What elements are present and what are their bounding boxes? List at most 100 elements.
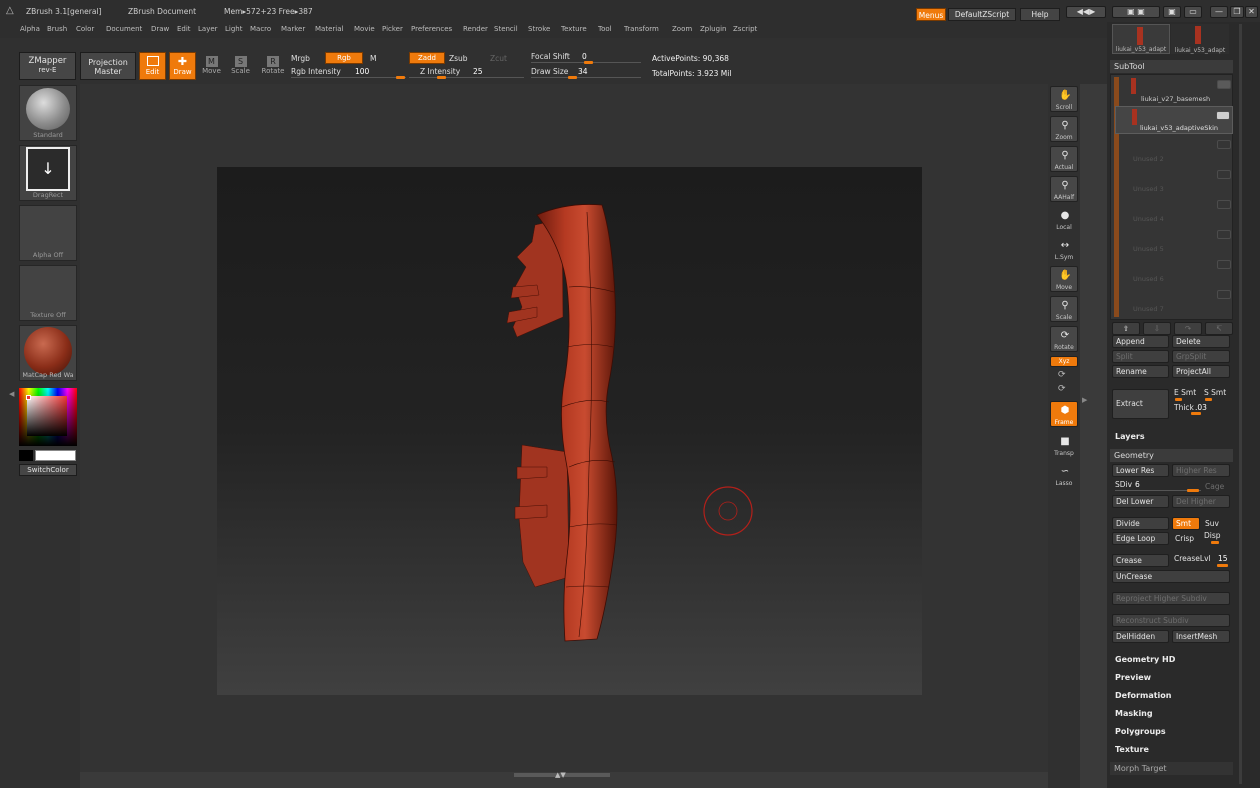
visibility-eye-icon[interactable] [1217,80,1231,89]
frame-button[interactable]: ⬢ Frame [1050,401,1078,427]
menu-movie[interactable]: Movie [354,25,375,33]
z-intensity-track[interactable] [409,77,524,78]
zcut-toggle[interactable]: Zcut [490,54,507,63]
lsym-button[interactable]: ↔ L.Sym [1050,236,1078,262]
subtool-header[interactable]: SubTool [1110,60,1233,73]
menu-layer[interactable]: Layer [198,25,218,33]
move-view-button[interactable]: ✋ Move [1050,266,1078,292]
visibility-eye-icon[interactable] [1217,230,1231,239]
aahalf-button[interactable]: ⚲ AAHalf [1050,176,1078,202]
menu-tool[interactable]: Tool [598,25,612,33]
restore-icon[interactable]: ❐ [1230,6,1244,18]
delete-button[interactable]: Delete [1172,335,1230,348]
minimize-icon[interactable]: — [1210,6,1228,18]
merge-arrow-icon[interactable]: ↸ [1205,322,1233,335]
visibility-eye-icon[interactable] [1217,170,1231,179]
default-zscript-button[interactable]: DefaultZScript [948,8,1016,21]
menu-zplugin[interactable]: Zplugin [700,25,726,33]
scale-button[interactable]: S Scale [228,52,253,80]
menu-marker[interactable]: Marker [281,25,305,33]
rotate-y-icon[interactable]: ⟳ [1058,370,1066,380]
tool-thumbnail-2[interactable]: liukai_v53_adapt [1171,24,1229,54]
sdiv-slider[interactable] [1187,489,1199,492]
lock-icon[interactable]: ▣ [1163,6,1181,18]
visibility-eye-icon[interactable] [1217,290,1231,299]
redo-arrow-icon[interactable]: ↷ [1174,322,1202,335]
subtool-row-5[interactable]: Unused 5 [1115,226,1233,254]
insertmesh-button[interactable]: InsertMesh [1172,630,1230,643]
zmapper-button[interactable]: ZMapper rev-E [19,52,76,80]
visibility-eye-icon[interactable] [1216,111,1230,120]
xyz-toggle[interactable]: Xyz [1050,356,1078,367]
edit-button[interactable]: Edit [139,52,166,80]
menu-preferences[interactable]: Preferences [411,25,452,33]
divide-button[interactable]: Divide [1112,517,1169,530]
rgb-intensity-slider[interactable] [396,76,405,79]
menus-button[interactable]: Menus [916,8,946,21]
z-intensity-slider[interactable] [437,76,446,79]
e-smt-toggle[interactable]: E Smt [1174,388,1196,397]
menu-zoom[interactable]: Zoom [672,25,692,33]
cage-button[interactable]: Cage [1205,482,1224,491]
e-smt-slider[interactable] [1175,398,1182,401]
scroll-arrows-icon[interactable]: ◀◀▶ [1066,6,1106,18]
lower-res-button[interactable]: Lower Res [1112,464,1169,477]
del-higher-button[interactable]: Del Higher [1172,495,1230,508]
visibility-eye-icon[interactable] [1217,200,1231,209]
visibility-eye-icon[interactable] [1217,140,1231,149]
zadd-toggle[interactable]: Zadd [409,52,445,64]
menu-texture[interactable]: Texture [561,25,587,33]
move-down-arrow-icon[interactable]: ⇩ [1143,322,1171,335]
actual-button[interactable]: ⚲ Actual [1050,146,1078,172]
menu-alpha[interactable]: Alpha [20,25,40,33]
menu-render[interactable]: Render [463,25,488,33]
split-button[interactable]: Split [1112,350,1169,363]
subtool-row-7[interactable]: Unused 7 [1115,286,1233,314]
delhidden-button[interactable]: DelHidden [1112,630,1169,643]
page-icon[interactable]: ▭ [1184,6,1202,18]
geometry-hd-section[interactable]: Geometry HD [1115,655,1175,664]
rgb-toggle[interactable]: Rgb [325,52,363,64]
subtool-row-3[interactable]: Unused 3 [1115,166,1233,194]
help-button[interactable]: Help [1020,8,1060,21]
higher-res-button[interactable]: Higher Res [1172,464,1230,477]
color-picker-square[interactable] [27,396,67,436]
primary-color-swatch[interactable] [35,450,76,461]
thick-slider[interactable] [1191,412,1201,415]
rotate-button[interactable]: R Rotate [259,52,287,80]
crisp-toggle[interactable]: Crisp [1175,534,1194,543]
menu-document[interactable]: Document [106,25,142,33]
projectall-button[interactable]: ProjectAll [1172,365,1230,378]
smt-toggle[interactable]: Smt [1172,517,1200,530]
scroll-button[interactable]: ✋ Scroll [1050,86,1078,112]
menu-picker[interactable]: Picker [382,25,403,33]
masking-section[interactable]: Masking [1115,709,1153,718]
transp-button[interactable]: ■ Transp [1050,432,1078,458]
crease-button[interactable]: Crease [1112,554,1169,567]
scale-view-button[interactable]: ⚲ Scale [1050,296,1078,322]
right-collapse-arrow-icon[interactable]: ▶ [1082,396,1087,404]
menu-draw[interactable]: Draw [151,25,169,33]
switch-color-button[interactable]: SwitchColor [19,464,77,476]
texture-section[interactable]: Texture [1115,745,1149,754]
s-smt-toggle[interactable]: S Smt [1204,388,1226,397]
zoom-button[interactable]: ⚲ Zoom [1050,116,1078,142]
tray-scrollbar[interactable] [1239,24,1242,784]
uncrease-button[interactable]: UnCrease [1112,570,1230,583]
crease-lvl-slider[interactable] [1217,564,1228,567]
color-picker[interactable] [19,388,77,446]
morph-target-header[interactable]: Morph Target [1110,762,1233,775]
document-viewport[interactable] [217,167,922,695]
alpha-selector[interactable]: Alpha Off [19,205,77,261]
geometry-header[interactable]: Geometry [1110,449,1233,462]
layers-section[interactable]: Layers [1115,432,1145,441]
left-collapse-arrow-icon[interactable]: ◀ [9,390,14,398]
rgb-intensity-track[interactable] [291,77,406,78]
menu-light[interactable]: Light [225,25,242,33]
menu-stencil[interactable]: Stencil [494,25,518,33]
brush-selector[interactable]: Standard [19,85,77,141]
move-up-arrow-icon[interactable]: ⇧ [1112,322,1140,335]
m-toggle[interactable]: M [370,54,376,63]
suv-toggle[interactable]: Suv [1205,519,1219,528]
draw-button[interactable]: ✚ Draw [169,52,196,80]
